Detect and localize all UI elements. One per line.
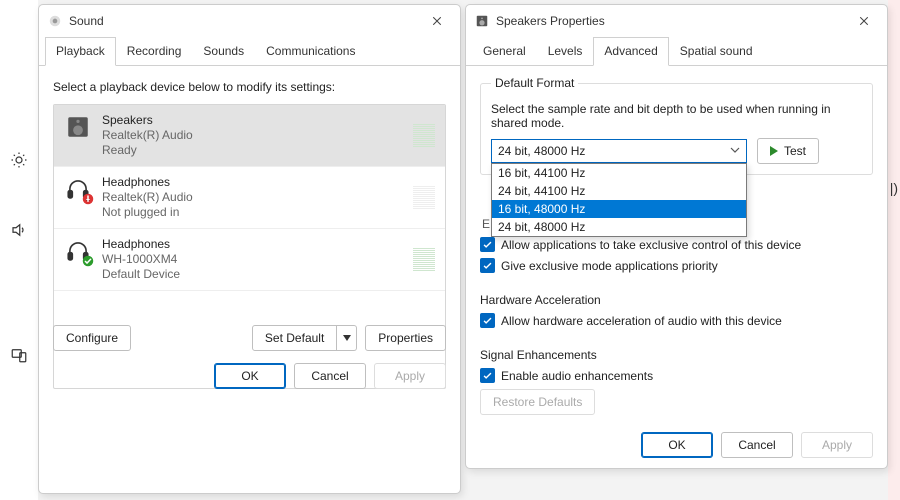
background-right-strip: [888, 0, 900, 500]
headphones-icon: [64, 175, 92, 203]
format-dropdown: 16 bit, 44100 Hz 24 bit, 44100 Hz 16 bit…: [491, 163, 747, 237]
level-meter: [413, 175, 435, 220]
close-icon[interactable]: [422, 6, 452, 36]
format-combobox[interactable]: 24 bit, 48000 Hz 16 bit, 44100 Hz 24 bit…: [491, 139, 747, 163]
default-format-desc: Select the sample rate and bit depth to …: [491, 102, 862, 130]
exclusive-control-label: Allow applications to take exclusive con…: [501, 238, 801, 252]
device-headphones-default[interactable]: Headphones WH-1000XM4 Default Device: [54, 229, 445, 291]
default-badge-icon: [82, 255, 94, 267]
device-name: Headphones: [102, 237, 403, 252]
device-speakers[interactable]: Speakers Realtek(R) Audio Ready: [54, 105, 445, 167]
sound-window: Sound Playback Recording Sounds Communic…: [38, 4, 461, 494]
props-window-title: Speakers Properties: [496, 14, 849, 28]
device-state: Ready: [102, 143, 403, 158]
device-subtitle: Realtek(R) Audio: [102, 128, 403, 143]
level-meter: [413, 237, 435, 282]
playback-instruction: Select a playback device below to modify…: [53, 80, 446, 94]
tab-general[interactable]: General: [472, 37, 537, 66]
restore-defaults-button[interactable]: Restore Defaults: [480, 389, 595, 415]
hwaccel-group-label: Hardware Acceleration: [480, 293, 873, 307]
set-default-button[interactable]: Set Default: [252, 325, 337, 351]
close-icon[interactable]: [849, 6, 879, 36]
props-titlebar: Speakers Properties: [466, 5, 887, 37]
device-name: Headphones: [102, 175, 403, 190]
sound-titlebar: Sound: [39, 5, 460, 37]
tab-levels[interactable]: Levels: [537, 37, 594, 66]
device-state: Not plugged in: [102, 205, 403, 220]
play-icon: [770, 146, 778, 156]
brightness-icon[interactable]: [9, 150, 29, 170]
tab-playback[interactable]: Playback: [45, 37, 116, 66]
apply-button: Apply: [374, 363, 446, 389]
props-tabs: General Levels Advanced Spatial sound: [466, 37, 887, 66]
format-option[interactable]: 16 bit, 44100 Hz: [492, 164, 746, 182]
hwaccel-label: Allow hardware acceleration of audio wit…: [501, 314, 782, 328]
headphones-icon: [64, 237, 92, 265]
ok-button[interactable]: OK: [214, 363, 286, 389]
sound-window-icon: [47, 13, 63, 29]
chevron-down-icon: [730, 146, 740, 157]
format-option[interactable]: 16 bit, 48000 Hz: [492, 200, 746, 218]
tab-communications[interactable]: Communications: [255, 37, 366, 66]
device-name: Speakers: [102, 113, 403, 128]
device-state: Default Device: [102, 267, 403, 282]
cancel-button[interactable]: Cancel: [294, 363, 366, 389]
default-format-group: Default Format Select the sample rate an…: [480, 76, 873, 175]
enhancements-row: Enable audio enhancements: [480, 368, 873, 383]
apply-button: Apply: [801, 432, 873, 458]
exclusive-priority-row: Give exclusive mode applications priorit…: [480, 258, 873, 273]
props-pane: Default Format Select the sample rate an…: [466, 66, 887, 468]
level-meter: [413, 113, 435, 158]
sound-bottom-row: Configure Set Default Properties: [53, 325, 446, 351]
volume-icon[interactable]: [9, 220, 29, 240]
background-glyph: |): [890, 180, 898, 196]
sound-window-title: Sound: [69, 14, 422, 28]
test-button-label: Test: [784, 144, 806, 158]
speakers-properties-window: Speakers Properties General Levels Advan…: [465, 4, 888, 469]
sound-dialog-buttons: OK Cancel Apply: [214, 363, 446, 389]
properties-button[interactable]: Properties: [365, 325, 446, 351]
exclusive-priority-label: Give exclusive mode applications priorit…: [501, 259, 718, 273]
props-window-icon: [474, 13, 490, 29]
sound-pane: Select a playback device below to modify…: [39, 66, 460, 399]
exclusive-priority-checkbox[interactable]: [480, 258, 495, 273]
tab-spatial-sound[interactable]: Spatial sound: [669, 37, 764, 66]
enhancements-checkbox[interactable]: [480, 368, 495, 383]
set-default-split-button: Set Default: [252, 325, 357, 351]
hwaccel-checkbox[interactable]: [480, 313, 495, 328]
speaker-icon: [64, 113, 92, 141]
cancel-button[interactable]: Cancel: [721, 432, 793, 458]
device-headphones-unplugged[interactable]: Headphones Realtek(R) Audio Not plugged …: [54, 167, 445, 229]
test-button[interactable]: Test: [757, 138, 819, 164]
tab-advanced[interactable]: Advanced: [593, 37, 668, 66]
enhancements-group-label: Signal Enhancements: [480, 348, 873, 362]
exclusive-control-row: Allow applications to take exclusive con…: [480, 237, 873, 252]
default-format-label: Default Format: [491, 76, 578, 90]
ok-button[interactable]: OK: [641, 432, 713, 458]
device-subtitle: Realtek(R) Audio: [102, 190, 403, 205]
devices-icon[interactable]: [9, 345, 29, 365]
format-selected-value: 24 bit, 48000 Hz: [498, 144, 585, 158]
format-option[interactable]: 24 bit, 48000 Hz: [492, 218, 746, 236]
hwaccel-row: Allow hardware acceleration of audio wit…: [480, 313, 873, 328]
sound-tabs: Playback Recording Sounds Communications: [39, 37, 460, 66]
enhancements-label: Enable audio enhancements: [501, 369, 653, 383]
configure-button[interactable]: Configure: [53, 325, 131, 351]
exclusive-control-checkbox[interactable]: [480, 237, 495, 252]
format-option[interactable]: 24 bit, 44100 Hz: [492, 182, 746, 200]
taskbar-sidebar: [0, 0, 38, 500]
props-dialog-buttons: OK Cancel Apply: [641, 432, 873, 458]
unplugged-badge-icon: [82, 193, 94, 205]
device-subtitle: WH-1000XM4: [102, 252, 403, 267]
tab-sounds[interactable]: Sounds: [192, 37, 255, 66]
tab-recording[interactable]: Recording: [116, 37, 193, 66]
set-default-caret[interactable]: [337, 325, 357, 351]
